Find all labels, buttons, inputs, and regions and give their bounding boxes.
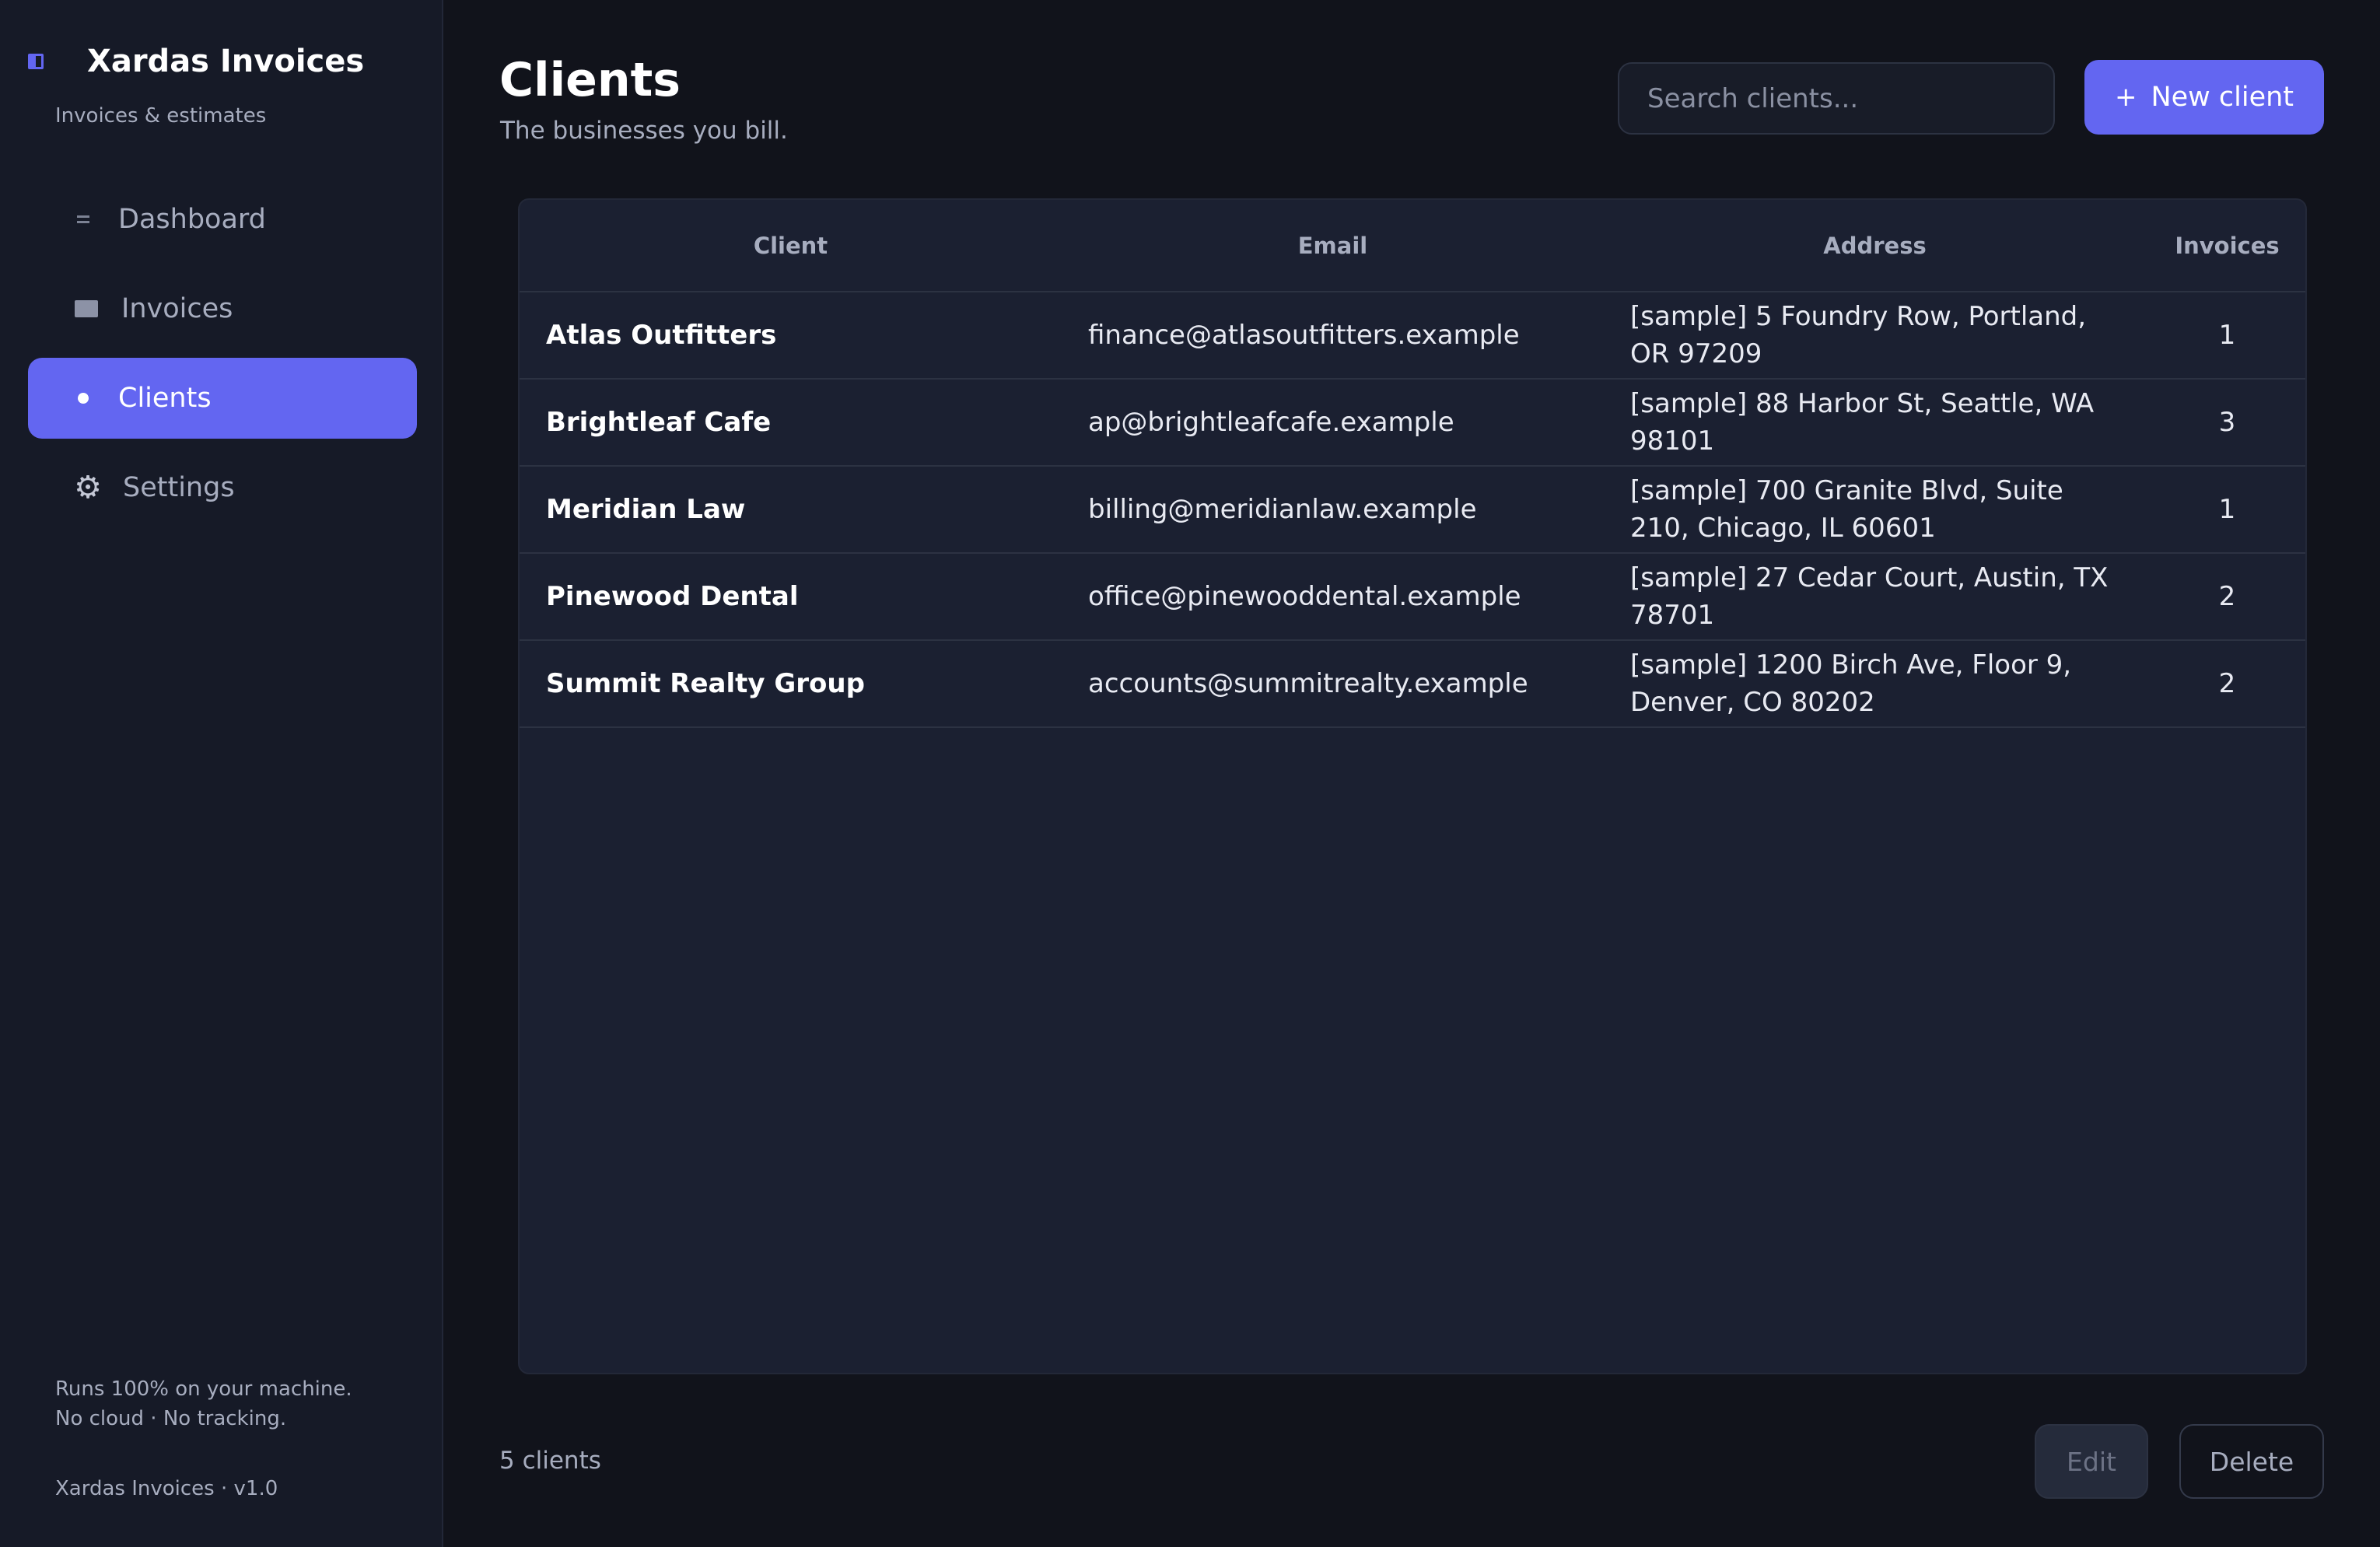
sidebar-item-label: Dashboard <box>118 204 266 235</box>
client-invoice-count: 1 <box>2218 320 2236 351</box>
delete-button[interactable]: Delete <box>2179 1424 2324 1499</box>
sidebar-item-clients[interactable]: Clients <box>28 358 417 439</box>
client-email: billing@meridianlaw.example <box>1088 494 1477 525</box>
client-count: 5 clients <box>499 1447 601 1475</box>
client-address: [sample] 88 Harbor St, Seattle, WA 98101 <box>1630 388 2095 457</box>
client-name: Brightleaf Cafe <box>546 407 772 438</box>
table-row[interactable]: Summit Realty Group accounts@summitrealt… <box>520 640 2305 727</box>
privacy-line-1: Runs 100% on your machine. <box>55 1377 352 1401</box>
sidebar-item-label: Settings <box>123 472 235 503</box>
new-client-label: New client <box>2151 82 2294 113</box>
client-name: Pinewood Dental <box>546 581 799 612</box>
client-email: finance@atlasoutfitters.example <box>1088 320 1520 351</box>
sidebar-panel-icon <box>28 54 44 69</box>
table-row[interactable]: Brightleaf Cafe ap@brightleafcafe.exampl… <box>520 379 2305 466</box>
column-header-invoices[interactable]: Invoices <box>2146 200 2305 292</box>
client-email: office@pinewooddental.example <box>1088 581 1521 612</box>
new-client-button[interactable]: + New client <box>2084 60 2324 135</box>
edit-button[interactable]: Edit <box>2035 1424 2148 1499</box>
dashboard-icon <box>70 215 96 223</box>
page-subtitle: The businesses you bill. <box>500 117 788 145</box>
version-label: Xardas Invoices · v1.0 <box>55 1477 278 1500</box>
clients-table: Client Email Address Invoices Atlas Outf… <box>518 198 2307 1374</box>
dot-icon <box>70 393 96 404</box>
brand: Xardas Invoices <box>28 44 364 79</box>
privacy-line-2: No cloud · No tracking. <box>55 1407 287 1430</box>
client-address: [sample] 700 Granite Blvd, Suite 210, Ch… <box>1630 475 2063 544</box>
app-title: Xardas Invoices <box>87 44 365 79</box>
client-address: [sample] 1200 Birch Ave, Floor 9, Denver… <box>1630 649 2072 718</box>
client-invoice-count: 3 <box>2218 407 2236 438</box>
invoice-icon <box>73 300 100 317</box>
sidebar-item-dashboard[interactable]: Dashboard <box>28 179 417 260</box>
client-invoice-count: 2 <box>2218 581 2236 612</box>
table-row[interactable]: Meridian Law billing@meridianlaw.example… <box>520 466 2305 553</box>
sidebar-item-label: Invoices <box>121 293 233 324</box>
client-address: [sample] 27 Cedar Court, Austin, TX 7870… <box>1630 562 2109 631</box>
client-address: [sample] 5 Foundry Row, Portland, OR 972… <box>1630 301 2087 369</box>
client-name: Meridian Law <box>546 494 746 525</box>
column-header-address[interactable]: Address <box>1604 200 2146 292</box>
search-input[interactable] <box>1618 62 2055 135</box>
privacy-note: Runs 100% on your machine. No cloud · No… <box>55 1374 352 1433</box>
sidebar-item-label: Clients <box>118 383 212 414</box>
client-email: accounts@summitrealty.example <box>1088 668 1528 699</box>
client-name: Atlas Outfitters <box>546 320 777 351</box>
table-row[interactable]: Pinewood Dental office@pinewooddental.ex… <box>520 553 2305 640</box>
column-header-email[interactable]: Email <box>1062 200 1604 292</box>
app-subtitle: Invoices & estimates <box>55 104 267 128</box>
sidebar-item-settings[interactable]: ⚙ Settings <box>28 447 417 528</box>
client-email: ap@brightleafcafe.example <box>1088 407 1454 438</box>
client-invoice-count: 1 <box>2218 494 2236 525</box>
sidebar-item-invoices[interactable]: Invoices <box>28 268 417 349</box>
table-header-row: Client Email Address Invoices <box>520 200 2305 292</box>
plus-icon: + <box>2114 82 2137 113</box>
sidebar: Xardas Invoices Invoices & estimates Das… <box>0 0 443 1547</box>
column-header-client[interactable]: Client <box>520 200 1062 292</box>
sidebar-nav: Dashboard Invoices Clients ⚙ Settings <box>28 179 417 537</box>
main-content: Clients The businesses you bill. + New c… <box>445 0 2380 1547</box>
client-invoice-count: 2 <box>2218 668 2236 699</box>
page-title: Clients <box>499 53 681 107</box>
gear-icon: ⚙ <box>74 470 102 506</box>
client-name: Summit Realty Group <box>546 668 865 699</box>
table-row[interactable]: Atlas Outfitters finance@atlasoutfitters… <box>520 292 2305 379</box>
